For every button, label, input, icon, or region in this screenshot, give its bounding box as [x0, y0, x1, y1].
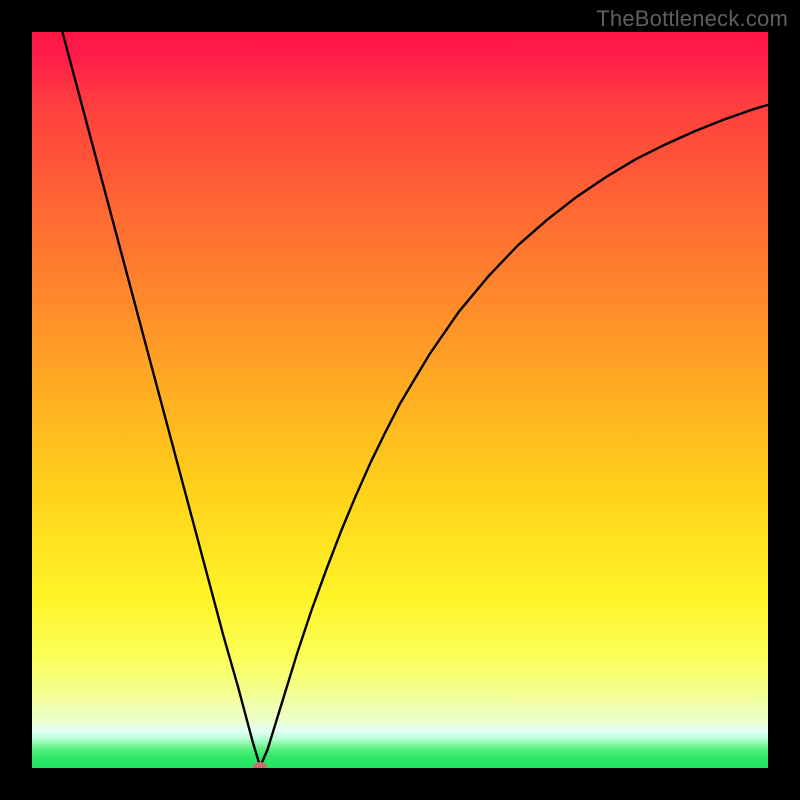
bottleneck-curve — [32, 32, 768, 768]
minimum-marker — [253, 762, 267, 768]
curve-path — [32, 32, 768, 767]
watermark-text: TheBottleneck.com — [596, 6, 788, 32]
plot-area — [32, 32, 768, 768]
chart-frame: TheBottleneck.com — [0, 0, 800, 800]
